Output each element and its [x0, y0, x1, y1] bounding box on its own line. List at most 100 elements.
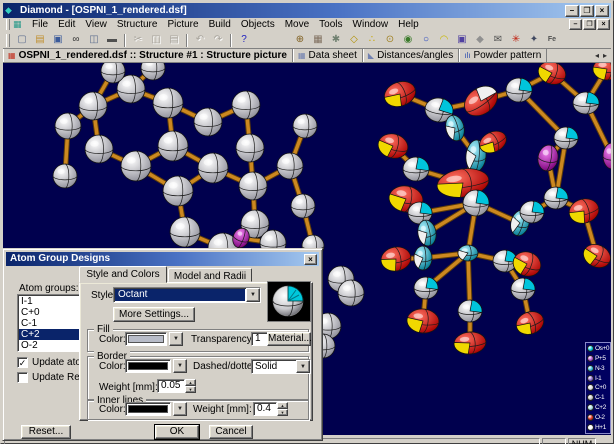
dialog-close-icon[interactable]: ×	[304, 254, 317, 265]
reset-button[interactable]: Reset...	[21, 425, 71, 439]
add-atom-icon[interactable]: ⊙	[381, 33, 399, 48]
material-button[interactable]: Material...	[267, 332, 311, 346]
atom-ellipsoid[interactable]	[239, 172, 267, 200]
atom-ellipsoid[interactable]	[55, 113, 81, 139]
atom-ellipsoid[interactable]	[198, 153, 228, 183]
atom-ellipsoid[interactable]	[406, 308, 440, 335]
document-icon[interactable]: ▦	[13, 19, 25, 30]
dialog-title-bar[interactable]: Atom Group Designs ×	[6, 252, 319, 266]
atom-ellipsoid[interactable]	[593, 63, 611, 80]
border-weight-spinner[interactable]: ▲▼	[185, 379, 196, 393]
close-button[interactable]: ×	[595, 5, 609, 17]
atom-ellipsoid[interactable]	[414, 246, 432, 270]
cell-box-icon[interactable]: ▣	[453, 33, 471, 48]
menubar-gripper[interactable]	[6, 19, 10, 30]
new-icon[interactable]: ▢	[13, 33, 31, 48]
envelope-icon[interactable]: ✉	[489, 33, 507, 48]
star-icon[interactable]: ✦	[525, 33, 543, 48]
find-icon[interactable]: ∞	[67, 33, 85, 48]
atom-ellipsoid[interactable]	[236, 134, 264, 162]
atom-ellipsoid[interactable]	[544, 187, 568, 209]
ok-button[interactable]: OK	[155, 425, 199, 439]
cut-icon[interactable]: ✂	[129, 33, 147, 48]
atom-ellipsoid[interactable]	[121, 151, 151, 181]
add-molecule-icon[interactable]: ✱	[327, 33, 345, 48]
dashed-dotted-combobox[interactable]: Solid ▼	[251, 359, 311, 374]
tab-structure-picture[interactable]: ▦OSPNI_1_rendered.dsf :: Structure #1 : …	[3, 49, 293, 62]
atom-ellipsoid[interactable]	[85, 135, 113, 163]
chevron-down-icon[interactable]: ▼	[296, 360, 310, 373]
atom-ellipsoid[interactable]	[603, 143, 611, 169]
menu-build[interactable]: Build	[204, 18, 236, 31]
atom-ellipsoid[interactable]	[79, 92, 107, 120]
menu-picture[interactable]: Picture	[162, 18, 203, 31]
tab-data-sheet[interactable]: ▦Data sheet	[293, 49, 363, 62]
minimize-button[interactable]: –	[565, 5, 579, 17]
solid-diamond-icon[interactable]: ◆	[471, 33, 489, 48]
context-help-icon[interactable]: ?	[235, 33, 253, 48]
open-icon[interactable]: ▤	[31, 33, 49, 48]
atom-ellipsoid[interactable]	[163, 176, 193, 206]
menu-tools[interactable]: Tools	[314, 18, 347, 31]
atom-ellipsoid[interactable]	[458, 300, 482, 322]
menu-edit[interactable]: Edit	[53, 18, 80, 31]
undo-icon[interactable]: ↶	[191, 33, 209, 48]
menu-view[interactable]: View	[80, 18, 112, 31]
atom-ellipsoid[interactable]	[458, 245, 478, 261]
atom-ellipsoid[interactable]	[554, 127, 578, 149]
atom-ellipsoid[interactable]	[170, 217, 200, 247]
resize-grip[interactable]	[598, 438, 610, 444]
diamond-app-icon[interactable]: ◆	[5, 5, 17, 16]
cluster-icon[interactable]: ∴	[363, 33, 381, 48]
atom-ellipsoid[interactable]	[403, 157, 429, 181]
print-icon[interactable]: ▬	[103, 33, 121, 48]
paste-icon[interactable]: ▤	[165, 33, 183, 48]
restore-button[interactable]: ❐	[580, 5, 594, 17]
atom-ellipsoid[interactable]	[194, 108, 222, 136]
atom-ellipsoid[interactable]	[513, 308, 547, 338]
atom-ellipsoid[interactable]	[459, 80, 503, 122]
atom-ellipsoid[interactable]	[101, 63, 125, 83]
tab-powder-pattern[interactable]: ılıPowder pattern	[459, 49, 547, 62]
menu-structure[interactable]: Structure	[112, 18, 163, 31]
atom-ellipsoid[interactable]	[414, 277, 438, 299]
inner-weight-spinner[interactable]: ▲▼	[277, 402, 288, 416]
fill-color-dropdown-icon[interactable]: ▼	[169, 332, 183, 346]
atom-ellipsoid[interactable]	[158, 131, 188, 161]
menu-help[interactable]: Help	[393, 18, 424, 31]
pick-atoms-icon[interactable]: ⊕	[291, 33, 309, 48]
atom-ellipsoid[interactable]	[338, 280, 364, 306]
child-close-button[interactable]: ×	[597, 19, 610, 30]
border-weight-input[interactable]: 0.05	[157, 379, 185, 393]
menu-objects[interactable]: Objects	[236, 18, 280, 31]
copy-icon[interactable]: ◫	[147, 33, 165, 48]
inner-weight-input[interactable]: 0.4	[253, 402, 277, 416]
chevron-down-icon[interactable]: ▼	[246, 288, 260, 302]
atom-ellipsoid[interactable]	[53, 164, 77, 188]
menu-window[interactable]: Window	[348, 18, 394, 31]
filled-sphere-icon[interactable]: ◉	[399, 33, 417, 48]
more-settings-button[interactable]: More Settings...	[113, 307, 195, 322]
child-minimize-button[interactable]: –	[569, 19, 582, 30]
save-icon[interactable]: ▣	[49, 33, 67, 48]
atom-ellipsoid[interactable]	[506, 78, 532, 102]
border-color-dropdown-icon[interactable]: ▼	[173, 359, 187, 373]
border-color-swatch[interactable]	[125, 359, 171, 373]
atom-ellipsoid[interactable]	[153, 88, 183, 118]
atom-ellipsoid[interactable]	[463, 190, 489, 216]
atom-ellipsoid[interactable]	[453, 331, 487, 356]
fe-atom-icon[interactable]: Fe	[543, 33, 561, 48]
fill-color-swatch[interactable]	[125, 332, 167, 346]
cancel-button[interactable]: Cancel	[209, 425, 253, 439]
inner-color-swatch[interactable]	[125, 402, 171, 416]
tab-style-and-colors[interactable]: Style and Colors	[79, 266, 167, 283]
polyhedra-icon[interactable]: ◇	[345, 33, 363, 48]
tab-distances-angles[interactable]: ◣Distances/angles	[363, 49, 459, 62]
menu-file[interactable]: File	[27, 18, 53, 31]
atom-ellipsoid[interactable]	[566, 196, 601, 227]
atom-ellipsoid[interactable]	[573, 92, 599, 114]
atom-ellipsoid[interactable]	[291, 194, 315, 218]
atom-ellipsoid[interactable]	[381, 77, 419, 110]
menu-move[interactable]: Move	[280, 18, 314, 31]
atom-ellipsoid[interactable]	[232, 91, 260, 119]
